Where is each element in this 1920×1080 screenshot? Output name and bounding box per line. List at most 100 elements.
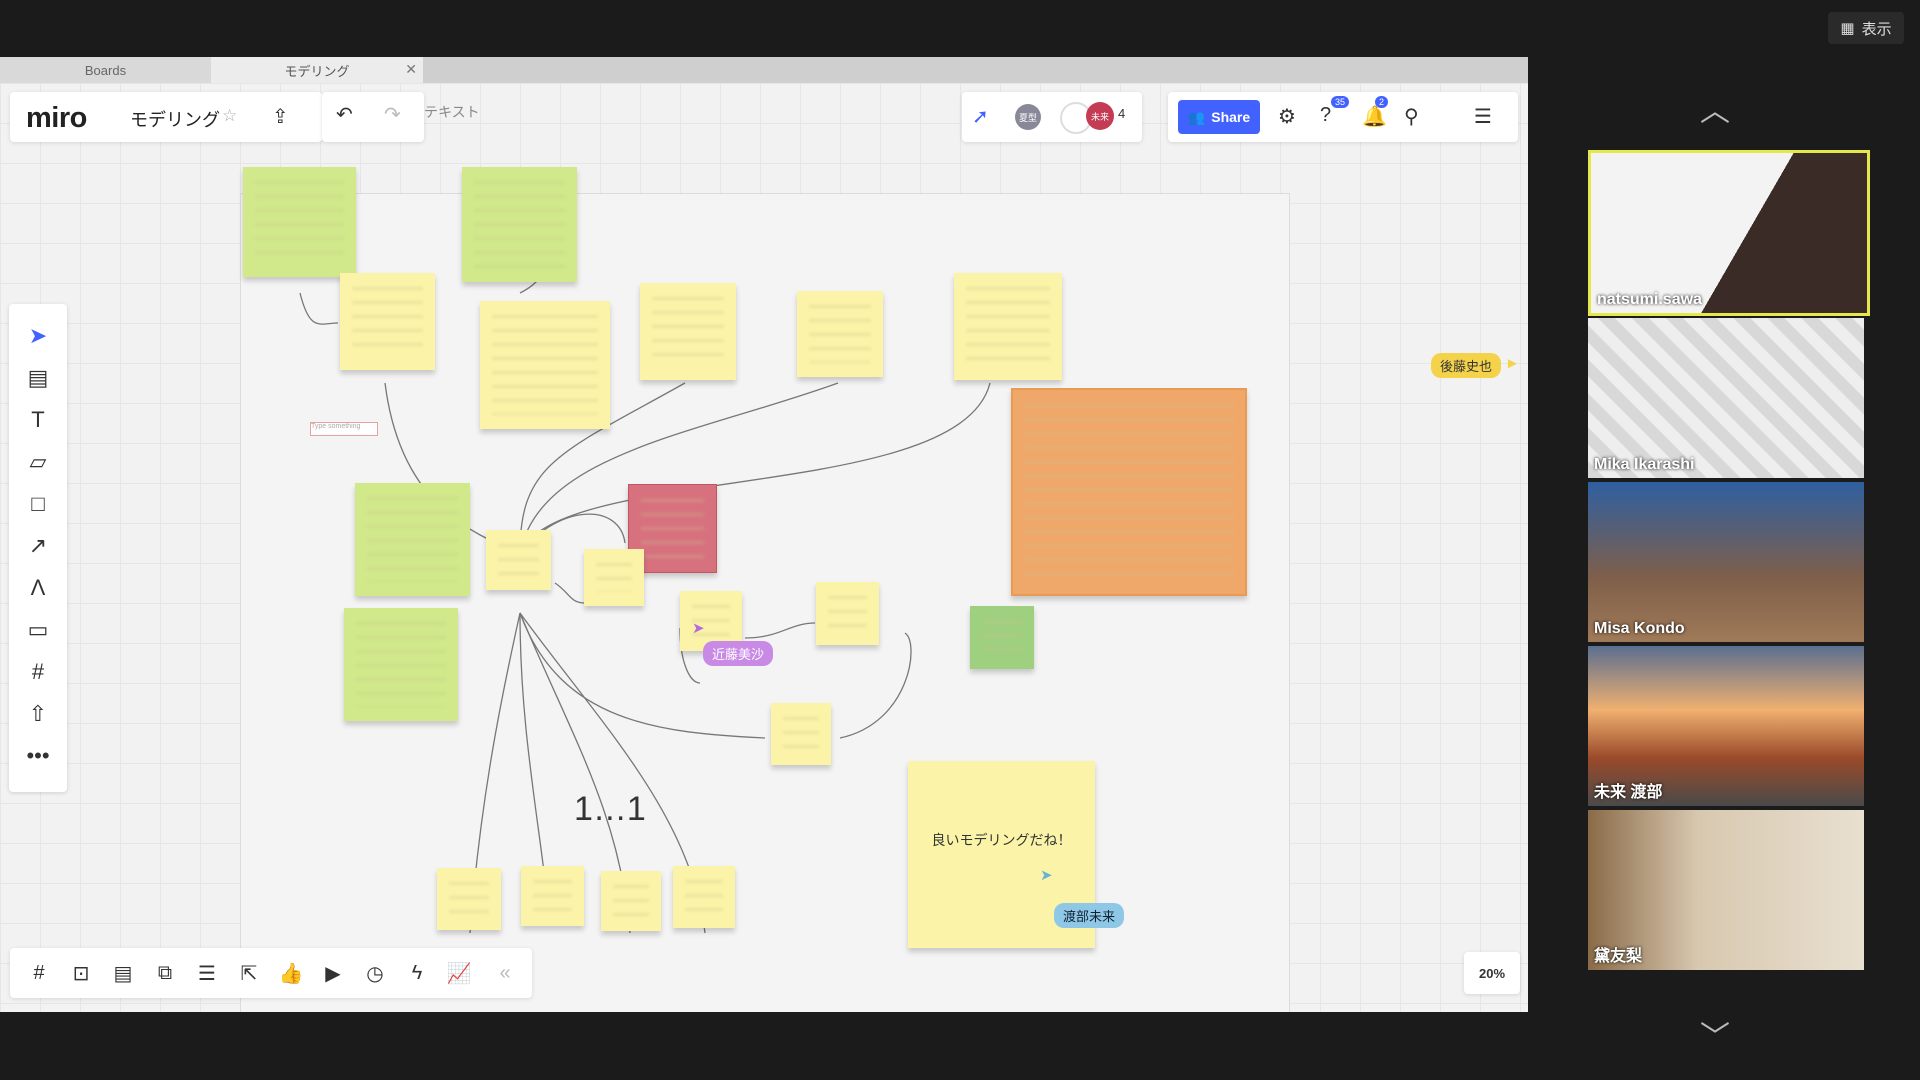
shape-icon[interactable]: □ — [9, 484, 67, 524]
redo-icon[interactable]: ↷ — [384, 102, 401, 127]
hidden-text: テキスト — [424, 104, 480, 120]
sticky-note[interactable] — [584, 549, 644, 606]
view-button-label: 表示 — [1861, 20, 1892, 38]
select-icon[interactable]: ➤ — [9, 316, 67, 356]
presentation-icon[interactable]: ⊡ — [66, 958, 96, 988]
chevron-up-icon[interactable]: ︿ — [1700, 86, 1730, 130]
timer-icon[interactable]: ◷ — [360, 958, 390, 988]
participant-name: Misa Kondo — [1594, 620, 1685, 637]
kanban-icon[interactable]: ☰ — [192, 958, 222, 988]
cursor-label: 渡部未来 — [1054, 903, 1125, 928]
layout-icon: ▦ — [1840, 20, 1855, 37]
avatar[interactable]: 夏型 — [1015, 104, 1041, 130]
tab-modeling-label: モデリング — [284, 63, 350, 79]
tab-boards[interactable]: Boards — [0, 57, 211, 83]
cursor-toggle-icon[interactable]: ➚ — [972, 104, 989, 129]
participant-name: Mika Ikarashi — [1594, 456, 1695, 473]
sticky-note[interactable] — [673, 866, 735, 928]
board-menu-icon[interactable]: ☰ — [1474, 104, 1492, 129]
frame-icon[interactable]: # — [9, 652, 67, 692]
sticky-note[interactable] — [601, 871, 661, 931]
sticky-note[interactable] — [340, 273, 435, 370]
sticky-note[interactable] — [462, 167, 577, 282]
bottom-toolbar: # ⊡ ▤ ⧉ ☰ ⇱ 👍 ▶ ◷ ϟ 📈 « — [10, 948, 532, 998]
tab-bar: Boards モデリング ✕ — [0, 57, 1528, 83]
sticky-note[interactable] — [816, 582, 879, 645]
participant-name: 未来 渡部 — [1594, 784, 1663, 801]
upload-icon[interactable]: ⇧ — [9, 694, 67, 734]
view-button[interactable]: ▦ 表示 — [1828, 12, 1904, 44]
pen-icon[interactable]: Λ — [9, 568, 67, 608]
share-screen-icon[interactable]: ⇱ — [234, 958, 264, 988]
avatar[interactable]: 未来 — [1086, 102, 1114, 130]
search-icon[interactable]: ⚲ — [1404, 104, 1419, 129]
browser-window: Boards モデリング ✕ 良いモデリングだね！ Type something… — [0, 57, 1528, 1012]
sticky-note[interactable] — [486, 530, 551, 590]
users-icon: 👥 — [1187, 108, 1206, 125]
collaborator-count[interactable]: 4 — [1118, 106, 1125, 121]
cards-icon[interactable]: ⧉ — [150, 958, 180, 988]
video-tile[interactable]: natsumi.sawa — [1588, 150, 1870, 316]
comments-icon[interactable]: ▤ — [108, 958, 138, 988]
sticky-note[interactable] — [344, 608, 458, 721]
cursor-label: 後藤史也 — [1431, 353, 1502, 378]
left-toolbar: ➤ ▤ T ▱ □ ↗ Λ ▭ # ⇧ ••• — [9, 304, 67, 792]
export-icon[interactable]: ⇪ — [272, 104, 289, 129]
template-icon[interactable]: ▤ — [9, 358, 67, 398]
thumbs-up-icon[interactable]: 👍 — [276, 958, 306, 988]
sticky-note[interactable] — [797, 291, 883, 377]
undo-redo-bar: ↶ ↷ — [322, 92, 424, 142]
sticky-note[interactable] — [243, 167, 356, 277]
text-icon[interactable]: T — [9, 400, 67, 440]
chart-icon[interactable]: 📈 — [444, 958, 474, 988]
participant-name: 黛友梨 — [1594, 948, 1643, 965]
share-button[interactable]: 👥 Share — [1178, 100, 1260, 134]
participant-name: natsumi.sawa — [1597, 291, 1702, 308]
miro-logo[interactable]: miro — [26, 102, 87, 135]
connector-lines — [299, 277, 991, 934]
video-tile[interactable]: Misa Kondo — [1588, 482, 1864, 642]
video-tile[interactable]: Mika Ikarashi — [1588, 318, 1864, 478]
close-icon[interactable]: ✕ — [405, 61, 417, 78]
sticky-note[interactable] — [521, 866, 584, 926]
zoom-level[interactable]: 20% — [1464, 952, 1520, 994]
video-tile[interactable]: 黛友梨 — [1588, 810, 1864, 970]
settings-sliders-icon[interactable]: ⚙ — [1278, 104, 1296, 129]
video-tile[interactable]: 未来 渡部 — [1588, 646, 1864, 806]
share-bar: 👥 Share ⚙ ? 35 🔔 2 ⚲ ☰ — [1168, 92, 1518, 142]
sticky-note[interactable] — [437, 868, 501, 930]
cursor-label: 近藤美沙 — [703, 641, 774, 666]
lightning-icon[interactable]: ϟ — [402, 958, 432, 988]
board-header: miro モデリング ☆ ⇪ — [10, 92, 322, 142]
chevron-down-icon[interactable]: ﹀ — [1700, 1012, 1730, 1056]
sticky-note[interactable] — [480, 301, 610, 429]
cursor-pointer-icon: ➤ — [1040, 867, 1053, 884]
collaboration-bar: ➚ 夏型 未来 4 — [962, 92, 1142, 142]
collapse-icon[interactable]: « — [490, 958, 520, 988]
board-name[interactable]: モデリング — [130, 106, 220, 132]
undo-icon[interactable]: ↶ — [336, 102, 353, 127]
cursor-arrow-icon: ► — [1505, 355, 1520, 372]
line-icon[interactable]: ↗ — [9, 526, 67, 566]
text-box[interactable]: Type something — [310, 422, 378, 436]
help-badge: 35 — [1331, 96, 1350, 108]
star-icon[interactable]: ☆ — [222, 106, 237, 126]
sticky-note[interactable] — [954, 273, 1062, 380]
frames-icon[interactable]: # — [24, 958, 54, 988]
sticky-note-orange[interactable] — [1011, 388, 1247, 596]
help-icon[interactable]: ? — [1320, 104, 1331, 127]
sticky-note[interactable] — [771, 703, 831, 765]
sticky-note-icon[interactable]: ▱ — [9, 442, 67, 482]
board-canvas[interactable]: 良いモデリングだね！ Type something 1…1 ➤ 近藤美沙 ➤ 渡… — [0, 83, 1528, 1012]
more-icon[interactable]: ••• — [9, 736, 67, 776]
sticky-note-text: 良いモデリングだね！ — [931, 831, 1072, 848]
sticky-note[interactable] — [355, 483, 470, 596]
multiplicity-label: 1…1 — [574, 790, 646, 828]
sticky-note-green[interactable] — [970, 606, 1034, 669]
tab-modeling[interactable]: モデリング ✕ — [211, 57, 423, 83]
video-icon[interactable]: ▶ — [318, 958, 348, 988]
comment-icon[interactable]: ▭ — [9, 610, 67, 650]
share-button-label: Share — [1211, 109, 1251, 125]
sticky-note[interactable] — [640, 283, 736, 380]
cursor-pointer-icon: ➤ — [692, 620, 705, 637]
